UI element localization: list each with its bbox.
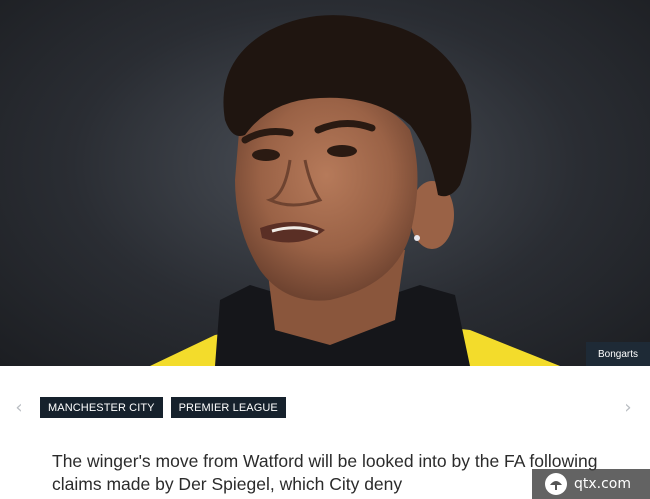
- article-headline: The winger's move from Watford will be l…: [52, 451, 598, 494]
- site-watermark: qtx.com: [532, 469, 650, 499]
- tag-list: MANCHESTER CITY PREMIER LEAGUE: [40, 397, 286, 418]
- tag-premier-league[interactable]: PREMIER LEAGUE: [170, 397, 286, 418]
- photo-credit: Bongarts: [586, 342, 650, 366]
- hero-photo: Bongarts: [0, 0, 650, 366]
- tag-manchester-city[interactable]: MANCHESTER CITY: [40, 397, 163, 418]
- watermark-logo-icon: [545, 473, 567, 495]
- watermark-text: qtx.com: [574, 476, 632, 492]
- chevron-left-icon[interactable]: ‹: [11, 396, 27, 420]
- chevron-right-icon[interactable]: ›: [620, 396, 636, 420]
- player-portrait-image: [150, 15, 560, 366]
